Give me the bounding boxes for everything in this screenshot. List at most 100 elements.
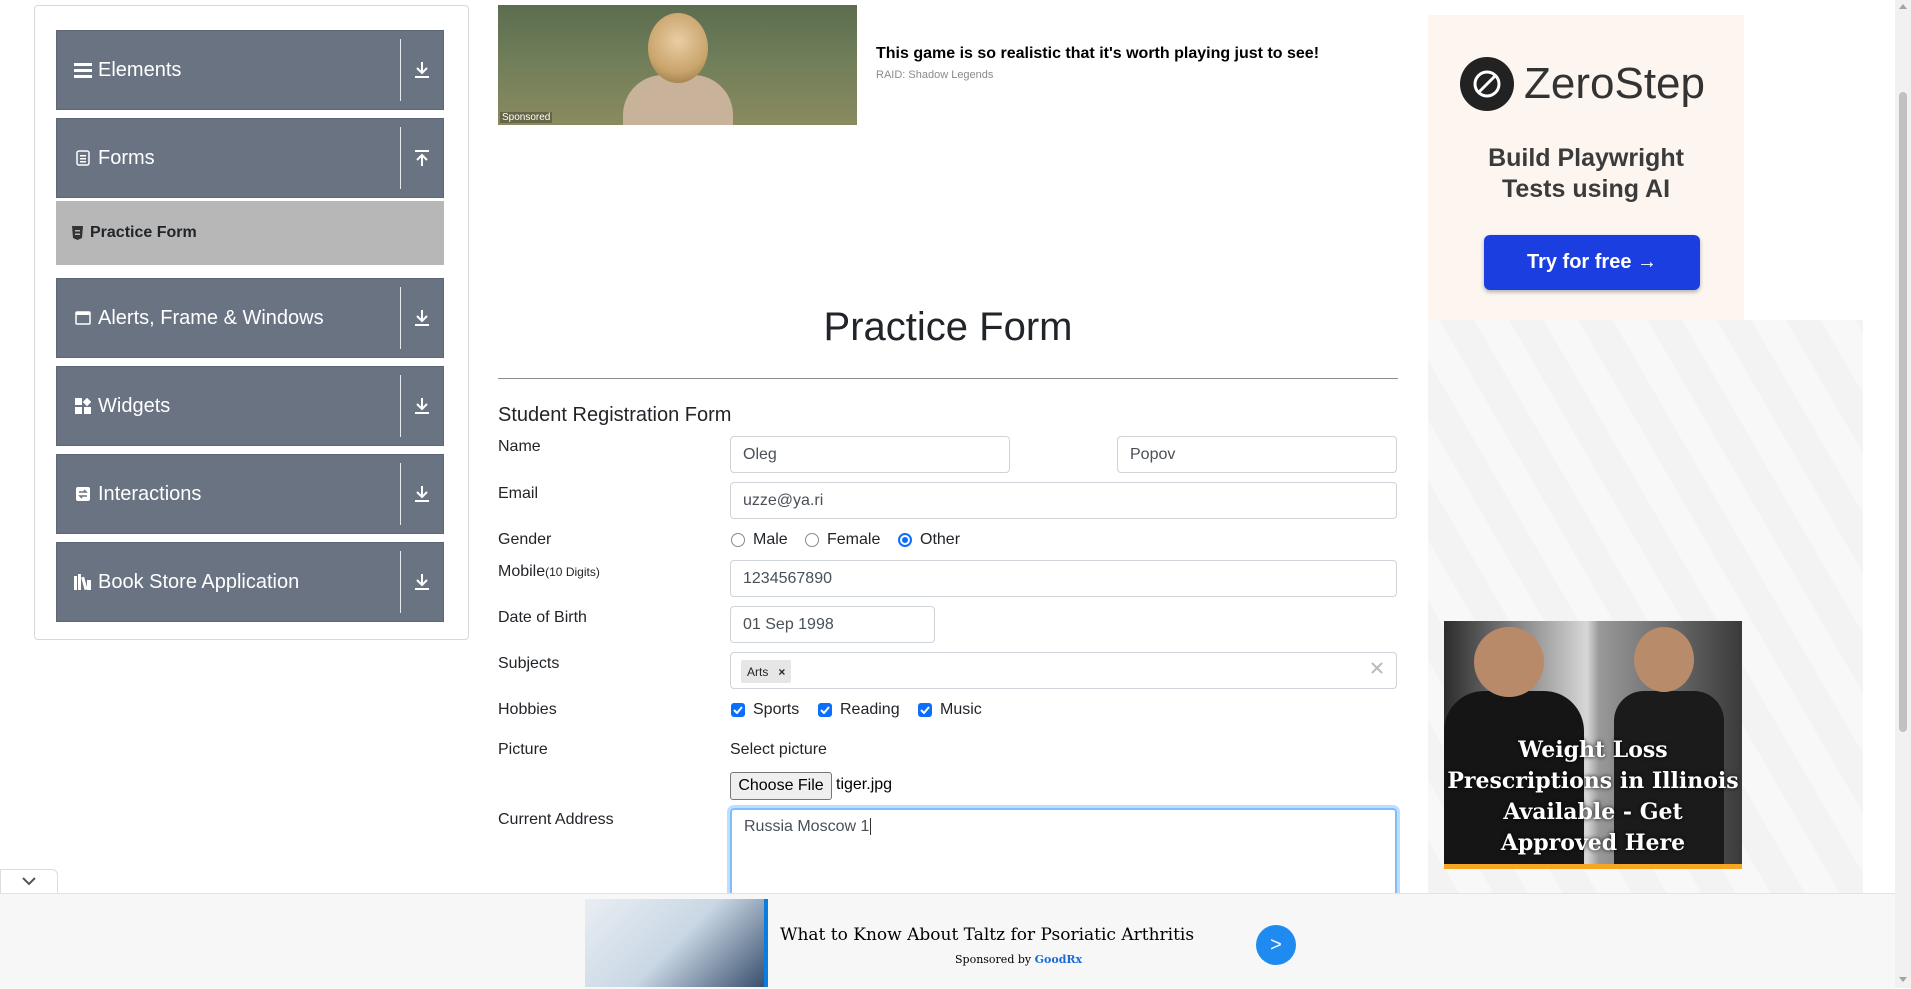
selected-filename: tiger.jpg xyxy=(836,776,893,793)
download-arrow-icon[interactable] xyxy=(409,477,435,511)
checkbox-label: Sports xyxy=(753,701,800,718)
try-for-free-button[interactable]: Try for free → xyxy=(1484,235,1700,290)
top-ad-title[interactable]: This game is so realistic that it's wort… xyxy=(876,45,1319,63)
picture-label: Picture xyxy=(498,741,548,758)
bottom-ad-sponsor: Sponsored by GoodRx xyxy=(955,953,1082,966)
divider xyxy=(400,551,401,613)
hobby-checkbox-reading[interactable]: Reading xyxy=(818,701,900,719)
tagline-line: Tests using AI xyxy=(1501,175,1671,203)
upload-arrow-icon[interactable] xyxy=(409,141,435,175)
name-label: Name xyxy=(498,438,541,455)
collapse-ad-button[interactable] xyxy=(0,869,58,894)
email-input[interactable]: uzze@ya.ri xyxy=(730,482,1397,519)
scrollbar-thumb[interactable] xyxy=(1899,92,1907,732)
sidebar-group-label: Interactions xyxy=(98,482,202,505)
sidebar-group-label: Forms xyxy=(98,146,155,169)
widgets-icon xyxy=(72,398,94,414)
divider xyxy=(498,378,1398,379)
sidebar-group-forms[interactable]: Forms xyxy=(56,118,444,198)
mobile-label-text: Mobile xyxy=(498,563,546,580)
ad-person-head xyxy=(1474,627,1544,697)
subjects-input[interactable] xyxy=(730,652,1397,689)
text-cursor xyxy=(870,818,872,835)
mobile-label: Mobile(10 Digits) xyxy=(498,563,600,581)
checkbox-label: Music xyxy=(940,701,982,718)
bottom-ad[interactable]: What to Know About Taltz for Psoriatic A… xyxy=(0,893,1895,989)
download-arrow-icon[interactable] xyxy=(409,53,435,87)
sidebar-item-practice-form[interactable]: Practice Form xyxy=(56,201,444,265)
hobby-checkbox-sports[interactable]: Sports xyxy=(731,701,799,719)
sidebar-group-book-store[interactable]: Book Store Application xyxy=(56,542,444,622)
mobile-input[interactable]: 1234567890 xyxy=(730,560,1397,597)
checkbox-checked[interactable] xyxy=(918,703,932,717)
choose-file-button[interactable]: Choose File xyxy=(730,772,832,800)
divider xyxy=(400,463,401,525)
date-of-birth-input[interactable]: 01 Sep 1998 xyxy=(730,606,935,643)
subject-chip: Arts × xyxy=(741,660,792,683)
tagline-line: Build Playwright xyxy=(1488,144,1684,172)
remove-chip-icon[interactable]: × xyxy=(778,665,785,679)
radio-label: Other xyxy=(920,531,961,548)
sidebar-group-label: Alerts, Frame & Windows xyxy=(98,306,324,329)
mobile-hint: (10 Digits) xyxy=(545,565,600,579)
zerostep-logo-icon xyxy=(1460,57,1514,111)
radio-circle-selected[interactable] xyxy=(898,533,912,547)
hobby-checkbox-music[interactable]: Music xyxy=(918,701,982,719)
sidebar-group-widgets[interactable]: Widgets xyxy=(56,366,444,446)
sidebar-group-label: Book Store Application xyxy=(98,570,300,593)
sidebar-group-label: Elements xyxy=(98,58,182,81)
sponsored-label: Sponsored xyxy=(500,112,553,123)
first-name-input[interactable]: Oleg xyxy=(730,436,1010,473)
divider xyxy=(400,287,401,349)
zerostep-ad[interactable]: ZeroStep Build Playwright Tests using AI… xyxy=(1428,15,1744,320)
sidebar-group-alerts[interactable]: Alerts, Frame & Windows xyxy=(56,278,444,358)
download-arrow-icon[interactable] xyxy=(409,565,435,599)
books-icon xyxy=(72,574,94,590)
page-title: Practice Form xyxy=(823,305,1073,349)
sidebar: Elements Forms Practice Form Alerts, Fra… xyxy=(34,5,469,640)
top-ad-source: RAID: Shadow Legends xyxy=(876,69,994,81)
gender-label: Gender xyxy=(498,531,552,548)
bottom-ad-image xyxy=(585,899,768,987)
sidebar-group-interactions[interactable]: Interactions xyxy=(56,454,444,534)
subjects-label: Subjects xyxy=(498,655,560,672)
document-icon xyxy=(72,150,94,166)
gender-radio-other[interactable]: Other xyxy=(898,531,960,549)
checkbox-checked[interactable] xyxy=(818,703,832,717)
weight-loss-ad-text: Weight Loss Prescriptions in Illinois Av… xyxy=(1447,737,1739,856)
scroll-down-arrow-icon[interactable] xyxy=(1899,977,1907,982)
gender-radio-female[interactable]: Female xyxy=(805,531,880,549)
current-address-label: Current Address xyxy=(498,811,614,828)
checkbox-checked[interactable] xyxy=(731,703,745,717)
interactions-icon xyxy=(72,486,94,502)
sidebar-item-label: Practice Form xyxy=(90,224,197,241)
weight-loss-ad[interactable]: Weight Loss Prescriptions in Illinois Av… xyxy=(1444,621,1742,869)
ad-accent-bar xyxy=(764,899,768,987)
window-icon xyxy=(72,311,94,325)
radio-circle[interactable] xyxy=(731,533,745,547)
download-arrow-icon[interactable] xyxy=(409,301,435,335)
form-subtitle: Student Registration Form xyxy=(498,404,732,426)
textarea-value: Russia Moscow 1 xyxy=(744,818,870,835)
radio-label: Female xyxy=(827,531,881,548)
chip-label: Arts xyxy=(747,664,769,679)
gender-radio-male[interactable]: Male xyxy=(731,531,788,549)
sponsor-prefix: Sponsored by xyxy=(955,953,1032,966)
ad-accent-bar xyxy=(1444,864,1742,869)
select-picture-label: Select picture xyxy=(730,741,827,758)
dob-label: Date of Birth xyxy=(498,609,587,626)
bottom-ad-title[interactable]: What to Know About Taltz for Psoriatic A… xyxy=(780,925,1194,945)
top-ad-image[interactable]: Sponsored xyxy=(498,5,857,125)
scroll-up-arrow-icon[interactable] xyxy=(1899,4,1907,9)
download-arrow-icon[interactable] xyxy=(409,389,435,423)
ad-figure-head xyxy=(648,13,708,83)
radio-label: Male xyxy=(753,531,788,548)
go-arrow-button[interactable]: > xyxy=(1256,925,1296,965)
sidebar-group-label: Widgets xyxy=(98,394,171,417)
sidebar-group-elements[interactable]: Elements xyxy=(56,30,444,110)
divider xyxy=(400,127,401,189)
radio-circle[interactable] xyxy=(805,533,819,547)
last-name-input[interactable]: Popov xyxy=(1117,436,1397,473)
divider xyxy=(400,39,401,101)
clear-icon[interactable] xyxy=(1370,661,1384,680)
